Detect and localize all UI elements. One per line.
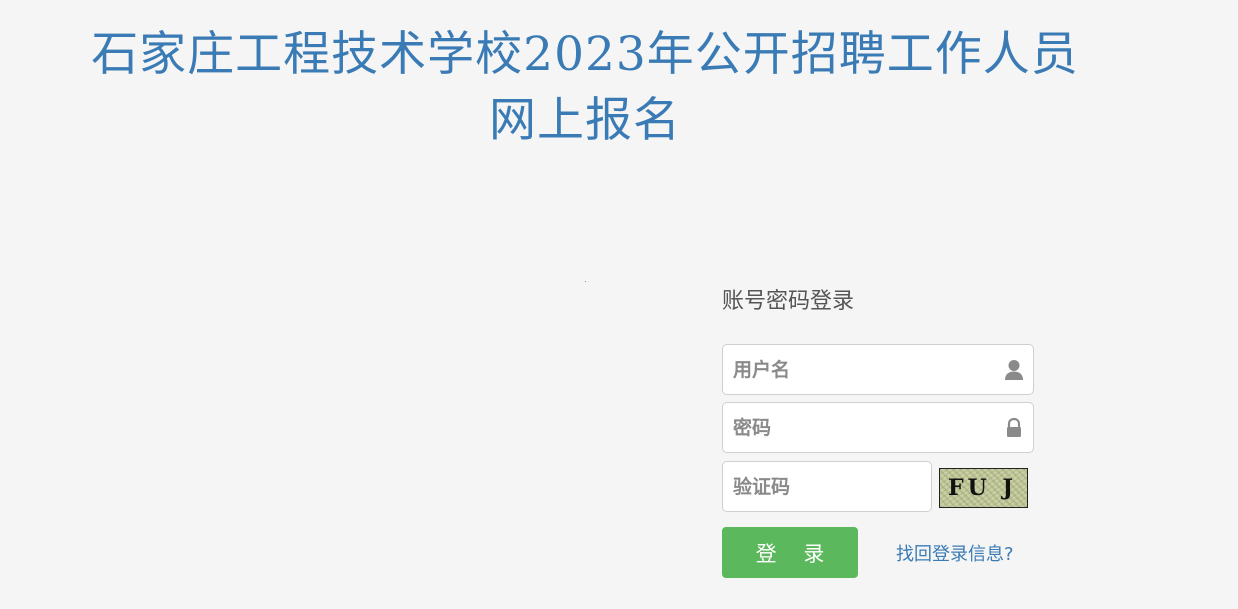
- stray-dot: [585, 281, 586, 282]
- username-field-wrapper: [722, 344, 1034, 395]
- user-icon: [1004, 359, 1024, 381]
- lock-icon: [1004, 417, 1024, 439]
- username-input[interactable]: [723, 345, 1033, 394]
- recover-login-link[interactable]: 找回登录信息?: [896, 540, 1014, 566]
- captcha-field-wrapper: [722, 461, 932, 512]
- password-input[interactable]: [723, 403, 1033, 452]
- captcha-text: FU J D: [948, 475, 1027, 501]
- captcha-image[interactable]: FU J D: [939, 468, 1028, 508]
- login-page: 石家庄工程技术学校2023年公开招聘工作人员 网上报名 账号密码登录 FU J …: [0, 0, 1238, 609]
- password-field-wrapper: [722, 402, 1034, 453]
- page-title-line-2: 网上报名: [489, 93, 681, 148]
- page-title-line-1: 石家庄工程技术学校2023年公开招聘工作人员: [91, 27, 1079, 82]
- captcha-input[interactable]: [723, 462, 931, 511]
- page-title: 石家庄工程技术学校2023年公开招聘工作人员 网上报名: [0, 22, 1170, 154]
- login-button[interactable]: 登 录: [722, 527, 858, 578]
- login-heading: 账号密码登录: [722, 289, 855, 314]
